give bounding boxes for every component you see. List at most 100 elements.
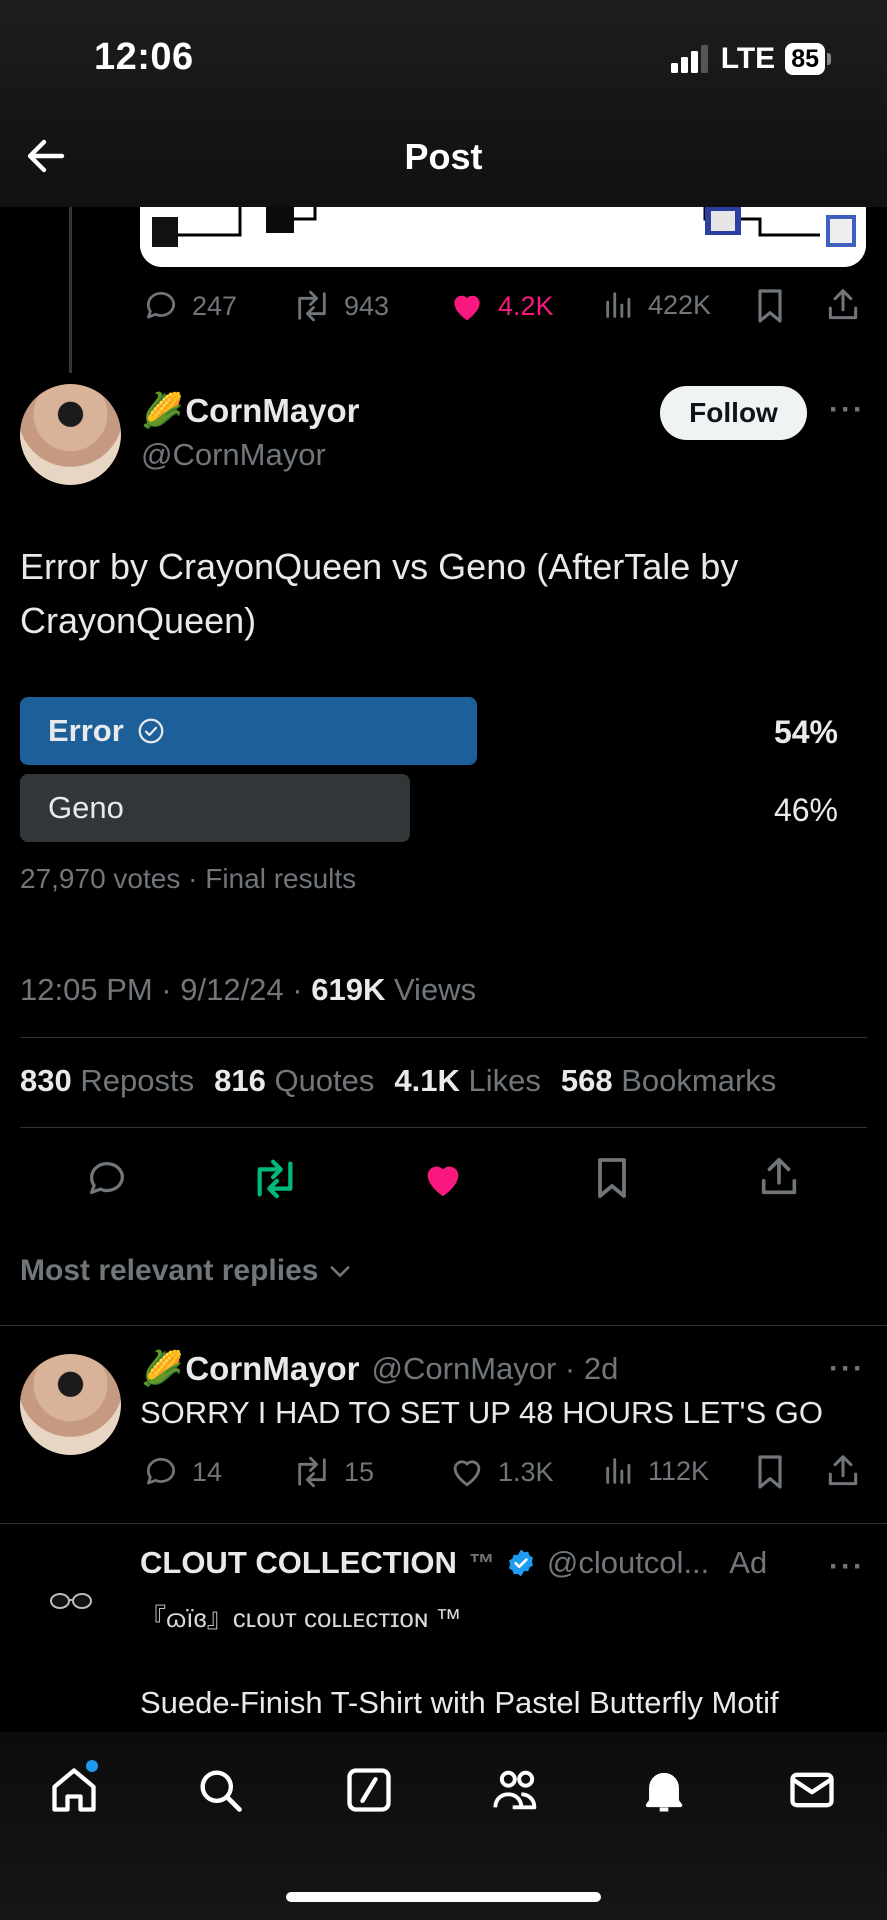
author-name-row[interactable]: 🌽 CornMayor (141, 391, 360, 431)
battery-icon: 85 (785, 43, 831, 75)
heart-outline-icon (453, 1460, 481, 1487)
ad-handle[interactable]: @cloutcol... (547, 1545, 709, 1581)
reply-author-name[interactable]: CornMayor (185, 1350, 359, 1388)
bell-icon (645, 1772, 683, 1812)
network-label: LTE (720, 42, 776, 75)
search-icon (200, 1770, 242, 1812)
reply-more-icon[interactable]: ··· (829, 1352, 865, 1386)
ad-brand-name[interactable]: CLOUT COLLECTION (140, 1545, 457, 1581)
reposts-stat[interactable]: 830 Reposts (20, 1063, 194, 1099)
views-total: 619K (311, 972, 386, 1007)
sunglasses-icon (49, 1592, 92, 1609)
nav-messages[interactable] (786, 1764, 838, 1816)
ad-subtitle: 『ɷïɞ』ᴄʟᴏᴜᴛ ᴄᴏʟʟᴇᴄᴛɪᴏɴ ™ (140, 1603, 462, 1633)
poll-option-label: Error (48, 713, 124, 748)
quotes-stat[interactable]: 816 Quotes (214, 1063, 374, 1099)
quotes-label: Quotes (274, 1063, 375, 1098)
page-title: Post (404, 136, 483, 177)
post-text: Error by CrayonQueen vs Geno (AfterTale … (20, 546, 739, 641)
reply-icon (90, 1162, 124, 1195)
reply-button[interactable] (84, 1156, 130, 1202)
poll-option-geno: Geno (20, 774, 410, 842)
replies-sort-dropdown[interactable]: Most relevant replies (20, 1254, 354, 1288)
reposts-count: 830 (20, 1063, 72, 1098)
views-chart-icon (606, 1458, 631, 1484)
heart-filled-icon (454, 295, 480, 321)
nav-communities[interactable] (490, 1764, 544, 1816)
like-button[interactable] (420, 1156, 466, 1202)
repost-icon (298, 290, 326, 322)
prev-bookmark-button[interactable] (753, 286, 787, 326)
reply-share-button[interactable] (824, 1451, 862, 1491)
bookmark-button[interactable] (592, 1154, 632, 1202)
bookmark-icon (758, 1455, 782, 1489)
prev-share-button[interactable] (824, 285, 862, 325)
bookmarks-stat[interactable]: 568 Bookmarks (561, 1063, 776, 1099)
post-media-image[interactable] (140, 207, 866, 267)
reply-text: SORRY I HAD TO SET UP 48 HOURS LET'S GO (140, 1395, 823, 1430)
share-button[interactable] (756, 1153, 802, 1201)
author-avatar[interactable] (20, 384, 121, 485)
grok-icon (347, 1768, 391, 1812)
views-count: 112K (648, 1455, 710, 1486)
prev-repost-button[interactable]: 943 (292, 287, 389, 325)
likes-label: Likes (468, 1063, 541, 1098)
reply-icon (146, 1458, 176, 1485)
reply-views-button[interactable]: 112K (602, 1453, 709, 1489)
more-options-icon[interactable]: ··· (829, 393, 865, 427)
reply-handle-time[interactable]: @CornMayor · 2d (372, 1351, 619, 1387)
views-chart-icon (606, 292, 631, 318)
mail-icon (790, 1772, 834, 1808)
author-handle[interactable]: @CornMayor (141, 437, 326, 473)
timestamp-text: 12:05 PM · 9/12/24 · (20, 972, 312, 1007)
nav-home[interactable] (48, 1760, 100, 1816)
reply-icon (146, 292, 176, 319)
ad-header: CLOUT COLLECTION ™ @cloutcol... Ad (140, 1545, 767, 1581)
repost-icon (298, 1456, 326, 1488)
check-circle-icon (138, 718, 164, 744)
like-count: 4.2K (498, 290, 554, 321)
reply-bookmark-button[interactable] (753, 1452, 787, 1492)
repost-button[interactable] (250, 1156, 300, 1202)
ad-avatar[interactable] (20, 1550, 121, 1651)
nav-grok[interactable] (343, 1764, 395, 1816)
sort-label: Most relevant replies (20, 1254, 319, 1287)
views-count: 422K (648, 289, 712, 320)
reply-repost-button[interactable]: 15 (292, 1453, 374, 1491)
likes-count: 4.1K (394, 1063, 460, 1098)
repost-active-icon (257, 1159, 293, 1199)
ad-label: Ad (729, 1545, 768, 1580)
communities-icon (493, 1770, 537, 1810)
poll-meta: 27,970 votes · Final results (20, 863, 357, 894)
repost-count: 15 (344, 1456, 375, 1487)
ad-more-icon[interactable]: ··· (829, 1550, 865, 1584)
poll-option-label: Geno (48, 790, 124, 825)
reply-avatar[interactable] (20, 1354, 121, 1455)
bookmark-icon (598, 1158, 626, 1198)
reply-like-button[interactable]: 1.3K (448, 1453, 554, 1491)
follow-button[interactable]: Follow (660, 386, 807, 440)
status-indicators: LTE 85 (670, 42, 831, 76)
ad-text: Suede-Finish T-Shirt with Pastel Butterf… (140, 1685, 779, 1720)
bottom-nav (0, 1732, 887, 1920)
prev-views-button[interactable]: 422K (602, 287, 711, 323)
bracket-image (140, 207, 866, 267)
signal-icon (670, 45, 708, 73)
reposts-label: Reposts (80, 1063, 195, 1098)
post-timestamp: 12:05 PM · 9/12/24 · 619K Views (20, 972, 476, 1008)
thread-line (69, 207, 72, 373)
likes-stat[interactable]: 4.1K Likes (394, 1063, 540, 1099)
nav-notifications[interactable] (638, 1764, 690, 1816)
prev-like-button[interactable]: 4.2K (448, 287, 554, 325)
home-indicator[interactable] (286, 1892, 601, 1902)
divider (0, 1325, 887, 1326)
reply-header: 🌽 CornMayor @CornMayor · 2d (141, 1349, 618, 1389)
prev-reply-button[interactable]: 247 (142, 287, 237, 325)
bookmark-icon (758, 289, 782, 323)
reply-reply-button[interactable]: 14 (142, 1453, 222, 1491)
poll-percent-error: 54% (773, 714, 838, 750)
reply-count: 14 (192, 1456, 223, 1487)
nav-search[interactable] (194, 1764, 246, 1816)
like-count: 1.3K (498, 1456, 554, 1487)
divider (20, 1037, 867, 1038)
